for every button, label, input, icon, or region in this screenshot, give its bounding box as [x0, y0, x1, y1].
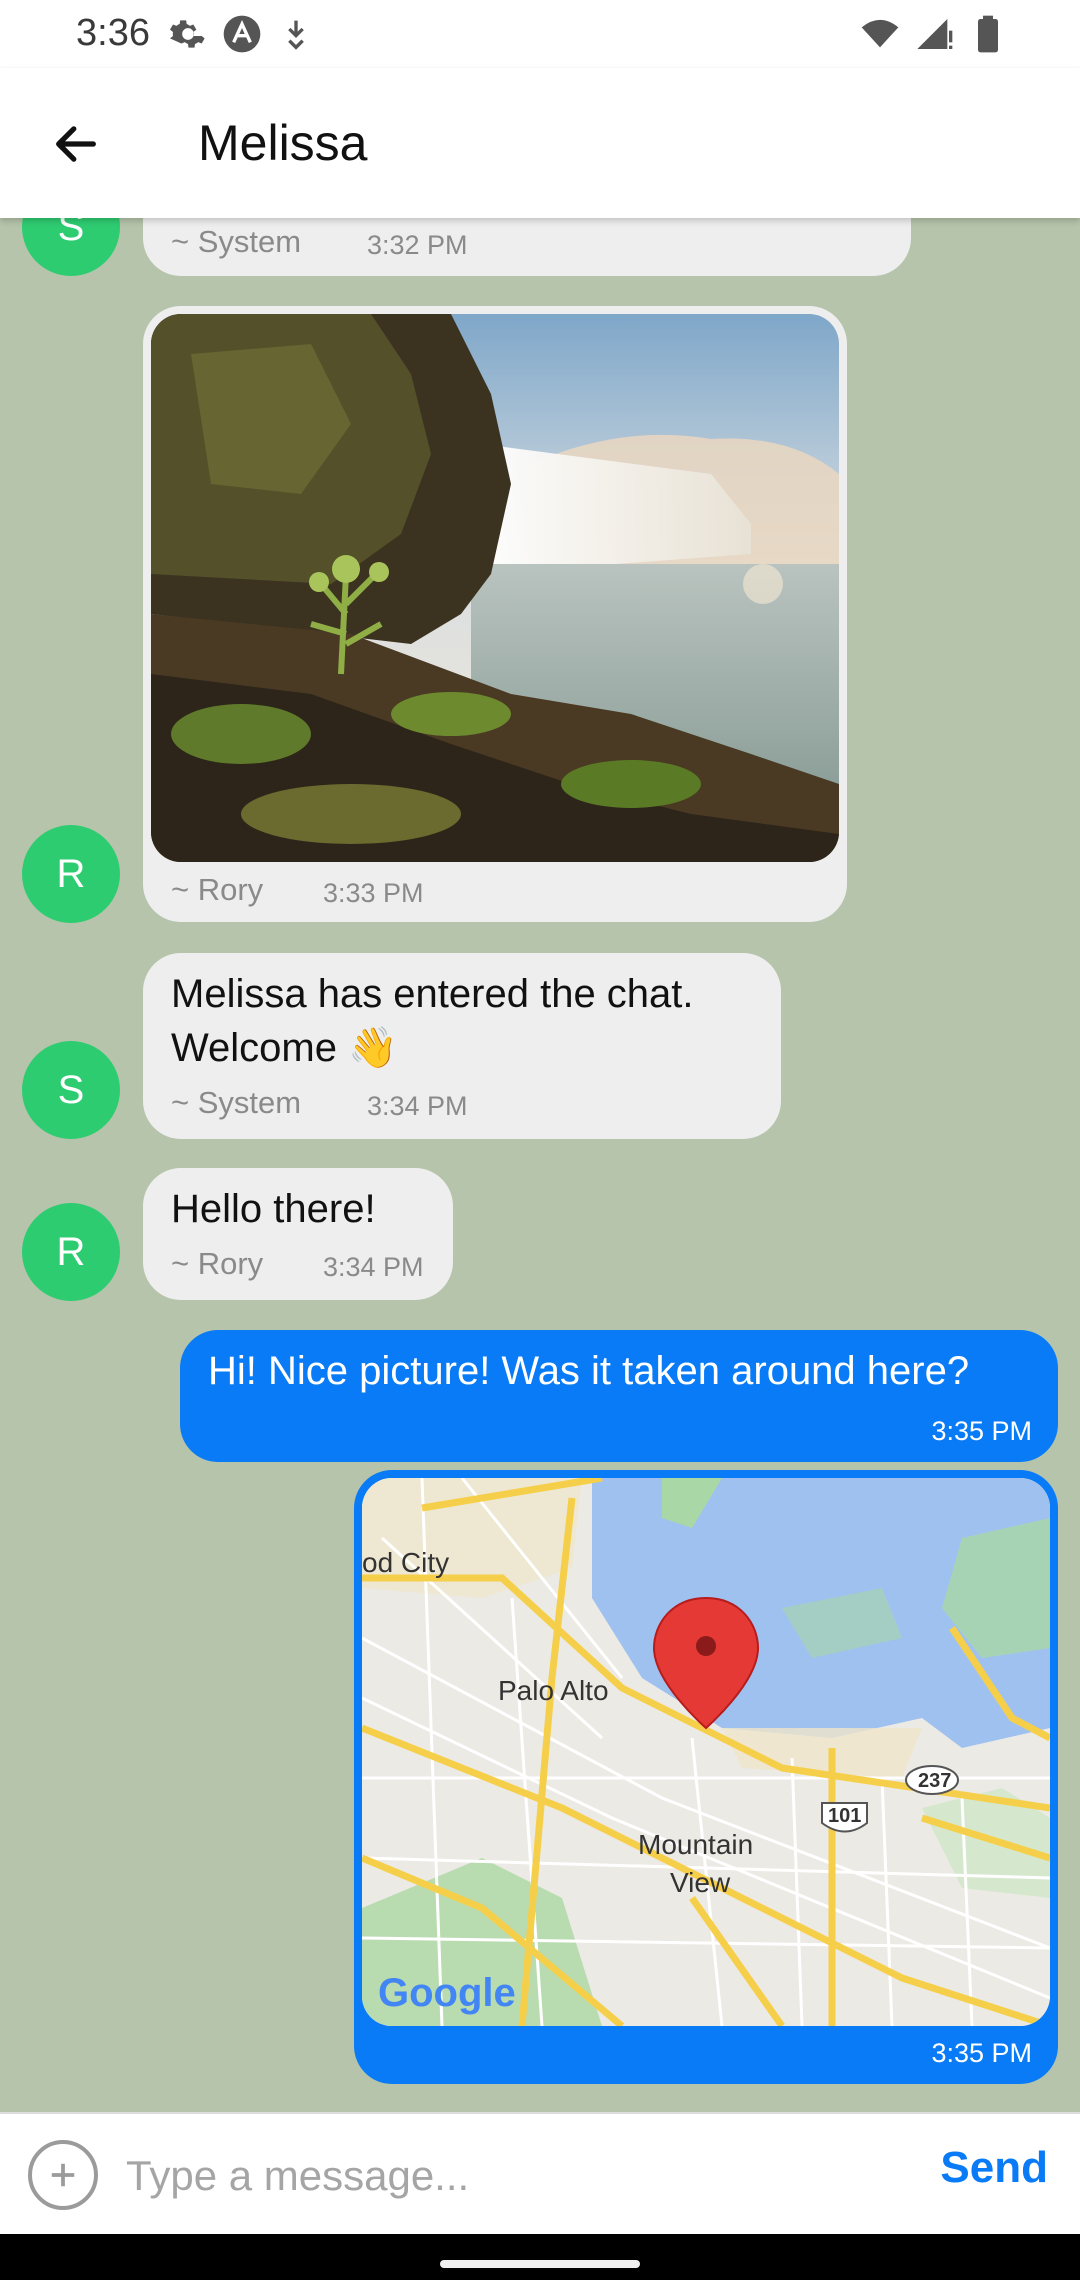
- waterfall-photo[interactable]: [151, 314, 839, 862]
- outgoing-message-bubble[interactable]: Hi! Nice picture! Was it taken around he…: [180, 1330, 1058, 1462]
- message-time: 3:34 PM: [323, 1252, 424, 1282]
- status-time: 3:36: [76, 12, 150, 54]
- message-time: 3:32 PM: [367, 230, 468, 260]
- waterfall-photo-image: [151, 314, 839, 862]
- avatar-initial: R: [56, 851, 86, 896]
- avatar[interactable]: R: [22, 825, 120, 923]
- message-time: 3:35 PM: [931, 1416, 1032, 1446]
- message-text: Hi! Nice picture! Was it taken around he…: [208, 1349, 970, 1393]
- send-button[interactable]: Send: [934, 2142, 1054, 2194]
- battery-icon: [978, 15, 998, 53]
- message-text: Welcome 👋: [171, 1026, 398, 1070]
- settings-icon: [170, 20, 205, 48]
- map-image: od City Palo Alto Mountain View 101 237: [362, 1478, 1050, 2026]
- svg-text:101: 101: [828, 1805, 861, 1827]
- message-bubble[interactable]: Melissa has entered the chat. Welcome 👋 …: [143, 953, 781, 1139]
- app-badge-icon: [223, 15, 261, 53]
- svg-text:Mountain: Mountain: [638, 1829, 753, 1860]
- message-sender: ~ Rory: [171, 872, 264, 907]
- message-sender: ~ System: [171, 224, 302, 259]
- status-icons-left: [168, 14, 316, 54]
- chat-title: Melissa: [198, 115, 368, 171]
- message-list[interactable]: S ~ System 3:32 PM R ~ Rory 3:33 PM S Me…: [0, 0, 1080, 2112]
- back-button[interactable]: [40, 108, 112, 180]
- wifi-icon: [861, 19, 899, 48]
- image-message-bubble[interactable]: ~ Rory 3:33 PM: [143, 306, 847, 922]
- message-sender: ~ System: [171, 1085, 302, 1120]
- svg-text:View: View: [670, 1867, 731, 1898]
- message-input[interactable]: [124, 2136, 908, 2216]
- message-composer: Send: [0, 2112, 1080, 2236]
- avatar-initial: R: [56, 1229, 86, 1274]
- svg-text:Google: Google: [378, 1971, 516, 2015]
- svg-text:od City: od City: [362, 1547, 449, 1578]
- download-icon: [288, 20, 304, 50]
- app-bar: Melissa: [0, 68, 1080, 218]
- message-text: Melissa has entered the chat.: [171, 972, 694, 1016]
- signal-icon: [917, 19, 953, 49]
- message-sender: ~ Rory: [171, 1246, 264, 1281]
- message-time: 3:35 PM: [931, 2038, 1032, 2068]
- svg-text:237: 237: [918, 1770, 951, 1792]
- location-map[interactable]: od City Palo Alto Mountain View 101 237: [362, 1478, 1050, 2026]
- avatar[interactable]: R: [22, 1203, 120, 1301]
- arrow-left-icon: [56, 126, 96, 162]
- status-icons-right: [860, 14, 1008, 54]
- message-bubble[interactable]: Hello there! ~ Rory 3:34 PM: [143, 1168, 453, 1300]
- location-message-bubble[interactable]: od City Palo Alto Mountain View 101 237: [354, 1470, 1058, 2084]
- message-text: Hello there!: [171, 1187, 376, 1231]
- svg-text:Palo Alto: Palo Alto: [498, 1675, 609, 1706]
- status-bar: 3:36: [0, 0, 1080, 68]
- message-time: 3:34 PM: [367, 1091, 468, 1121]
- chat-screen: S ~ System 3:32 PM R ~ Rory 3:33 PM S Me…: [0, 0, 1080, 2280]
- attach-button[interactable]: [28, 2140, 98, 2210]
- home-indicator[interactable]: [440, 2260, 640, 2268]
- navigation-bar: [0, 2234, 1080, 2280]
- avatar[interactable]: S: [22, 1041, 120, 1139]
- message-time: 3:33 PM: [323, 878, 424, 908]
- plus-circle-icon: [51, 2163, 75, 2187]
- avatar-initial: S: [57, 1067, 85, 1112]
